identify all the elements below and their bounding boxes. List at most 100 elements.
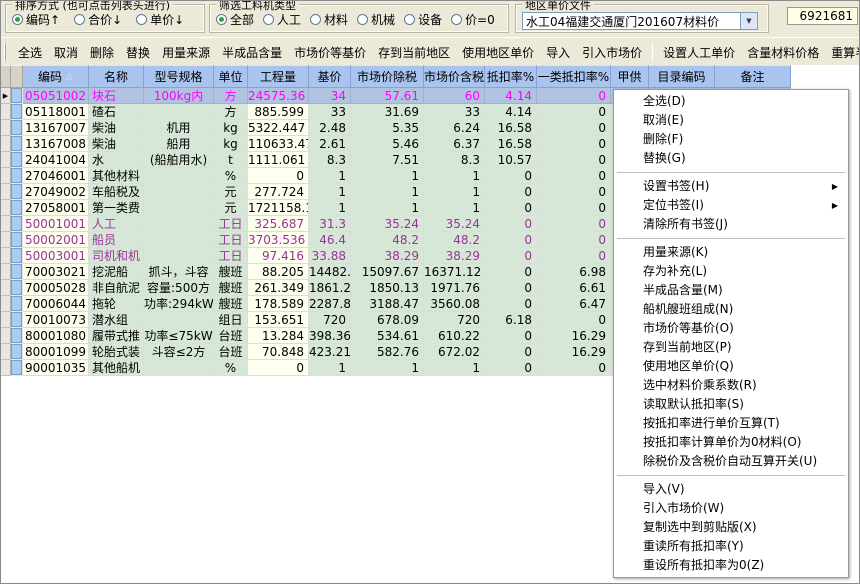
column-header-10[interactable]: 抵扣率% (485, 65, 537, 88)
cell[interactable]: 工日 (214, 248, 248, 264)
column-header-5[interactable]: 单位 (214, 65, 248, 88)
cell[interactable]: 0 (485, 344, 537, 360)
cell[interactable]: 720 (309, 312, 351, 328)
cell[interactable]: 3560.08 (424, 296, 485, 312)
cell[interactable]: 13.284 (248, 328, 309, 344)
filter-radio-3[interactable]: 机械 (357, 11, 395, 28)
cell[interactable]: 27058001 (23, 200, 89, 216)
cell[interactable]: 88.205 (248, 264, 309, 280)
cell[interactable]: 6.24 (424, 120, 485, 136)
cell[interactable]: 水 (89, 152, 144, 168)
cell[interactable]: 398.36 (309, 328, 351, 344)
cell[interactable]: 1850.13 (351, 280, 424, 296)
menu-item-6[interactable]: 定位书签(I)▶ (615, 196, 847, 215)
cell[interactable]: 挖泥船 (89, 264, 144, 280)
cell[interactable]: 50001001 (23, 216, 89, 232)
menu-item-11[interactable]: 半成品含量(M) (615, 281, 847, 300)
cell[interactable]: 人工 (89, 216, 144, 232)
cell[interactable]: 其他船机 (89, 360, 144, 376)
menu-item-12[interactable]: 船机艘班组成(N) (615, 300, 847, 319)
cell[interactable]: 非自航泥 (89, 280, 144, 296)
cell[interactable]: 0 (485, 168, 537, 184)
cell[interactable]: 0 (537, 312, 611, 328)
cell[interactable] (144, 168, 214, 184)
cell[interactable]: 元 (214, 184, 248, 200)
cell[interactable]: 33 (424, 104, 485, 120)
cell[interactable] (144, 248, 214, 264)
cell[interactable]: 司机和机 (89, 248, 144, 264)
cell[interactable]: 轮胎式装 (89, 344, 144, 360)
cell[interactable]: 0 (485, 360, 537, 376)
cell[interactable]: (船舶用水) (144, 152, 214, 168)
cell[interactable]: 50003001 (23, 248, 89, 264)
cell[interactable]: 拖轮 (89, 296, 144, 312)
cell[interactable]: 34 (309, 88, 351, 104)
cell[interactable]: 1721158.1 (248, 200, 309, 216)
cell[interactable]: 台班 (214, 328, 248, 344)
cell[interactable]: 6.47 (537, 296, 611, 312)
row-select-cell[interactable] (11, 168, 23, 184)
cell[interactable]: 2.48 (309, 120, 351, 136)
cell[interactable]: 16.58 (485, 136, 537, 152)
cell[interactable] (144, 216, 214, 232)
column-header-14[interactable]: 备注 (715, 65, 791, 88)
menu-item-14[interactable]: 存到当前地区(P) (615, 338, 847, 357)
toolbar-right-button-2[interactable]: 重算半成品价格 (825, 42, 860, 63)
cell[interactable]: 178.589 (248, 296, 309, 312)
cell[interactable]: 35.24 (351, 216, 424, 232)
toolbar-button-1[interactable]: 取消 (48, 42, 84, 63)
cell[interactable]: 工日 (214, 232, 248, 248)
toolbar-button-3[interactable]: 替换 (120, 42, 156, 63)
cell[interactable]: 423.21 (309, 344, 351, 360)
cell[interactable]: 8.3 (309, 152, 351, 168)
cell[interactable]: 0 (537, 88, 611, 104)
menu-item-23[interactable]: 引入市场价(W) (615, 499, 847, 518)
cell[interactable]: 容量:500方 (144, 280, 214, 296)
cell[interactable]: 柴油 (89, 136, 144, 152)
cell[interactable]: 885.599 (248, 104, 309, 120)
cell[interactable]: 1861.24 (309, 280, 351, 296)
cell[interactable]: 0 (485, 280, 537, 296)
cell[interactable]: 1 (309, 200, 351, 216)
menu-item-15[interactable]: 使用地区单价(Q) (615, 357, 847, 376)
cell[interactable]: 抓斗，斗容 (144, 264, 214, 280)
cell[interactable]: 46.4 (309, 232, 351, 248)
cell[interactable]: 0 (485, 264, 537, 280)
cell[interactable]: 3703.536 (248, 232, 309, 248)
cell[interactable]: 13167007 (23, 120, 89, 136)
region-file-select[interactable]: 水工04福建交通厦门201607材料价 ▼ (522, 12, 758, 30)
column-header-2[interactable]: 编码△ (23, 65, 89, 88)
cell[interactable]: 0 (537, 136, 611, 152)
menu-item-19[interactable]: 按抵扣率计算单价为0材料(O) (615, 433, 847, 452)
row-select-cell[interactable] (11, 344, 23, 360)
cell[interactable]: 组日 (214, 312, 248, 328)
cell[interactable]: 80001080 (23, 328, 89, 344)
cell[interactable]: 机用 (144, 120, 214, 136)
cell[interactable]: 0 (248, 360, 309, 376)
cell[interactable]: 方 (214, 88, 248, 104)
cell[interactable]: 0 (248, 168, 309, 184)
cell[interactable]: 31.3 (309, 216, 351, 232)
row-select-cell[interactable] (11, 216, 23, 232)
filter-radio-5[interactable]: 价=0 (451, 11, 495, 28)
cell[interactable]: 05118001 (23, 104, 89, 120)
cell[interactable]: 3188.47 (351, 296, 424, 312)
row-select-cell[interactable] (11, 264, 23, 280)
cell[interactable]: 1 (351, 184, 424, 200)
cell[interactable]: 27046001 (23, 168, 89, 184)
cell[interactable]: 10.57 (485, 152, 537, 168)
cell[interactable]: 艘班 (214, 264, 248, 280)
cell[interactable]: 0 (537, 232, 611, 248)
cell[interactable]: 57.61 (351, 88, 424, 104)
cell[interactable]: 1 (309, 360, 351, 376)
column-header-9[interactable]: 市场价含税 (424, 65, 485, 88)
cell[interactable]: 0 (485, 296, 537, 312)
toolbar-button-5[interactable]: 半成品含量 (216, 42, 288, 63)
cell[interactable]: 16.29 (537, 344, 611, 360)
cell[interactable]: 90001035 (23, 360, 89, 376)
row-select-cell[interactable] (11, 104, 23, 120)
toolbar-right-button-1[interactable]: 含量材料价格 (741, 42, 825, 63)
cell[interactable]: 0 (485, 232, 537, 248)
sort-radio-1[interactable]: 合价↓ (74, 11, 122, 28)
menu-item-3[interactable]: 替换(G) (615, 149, 847, 168)
